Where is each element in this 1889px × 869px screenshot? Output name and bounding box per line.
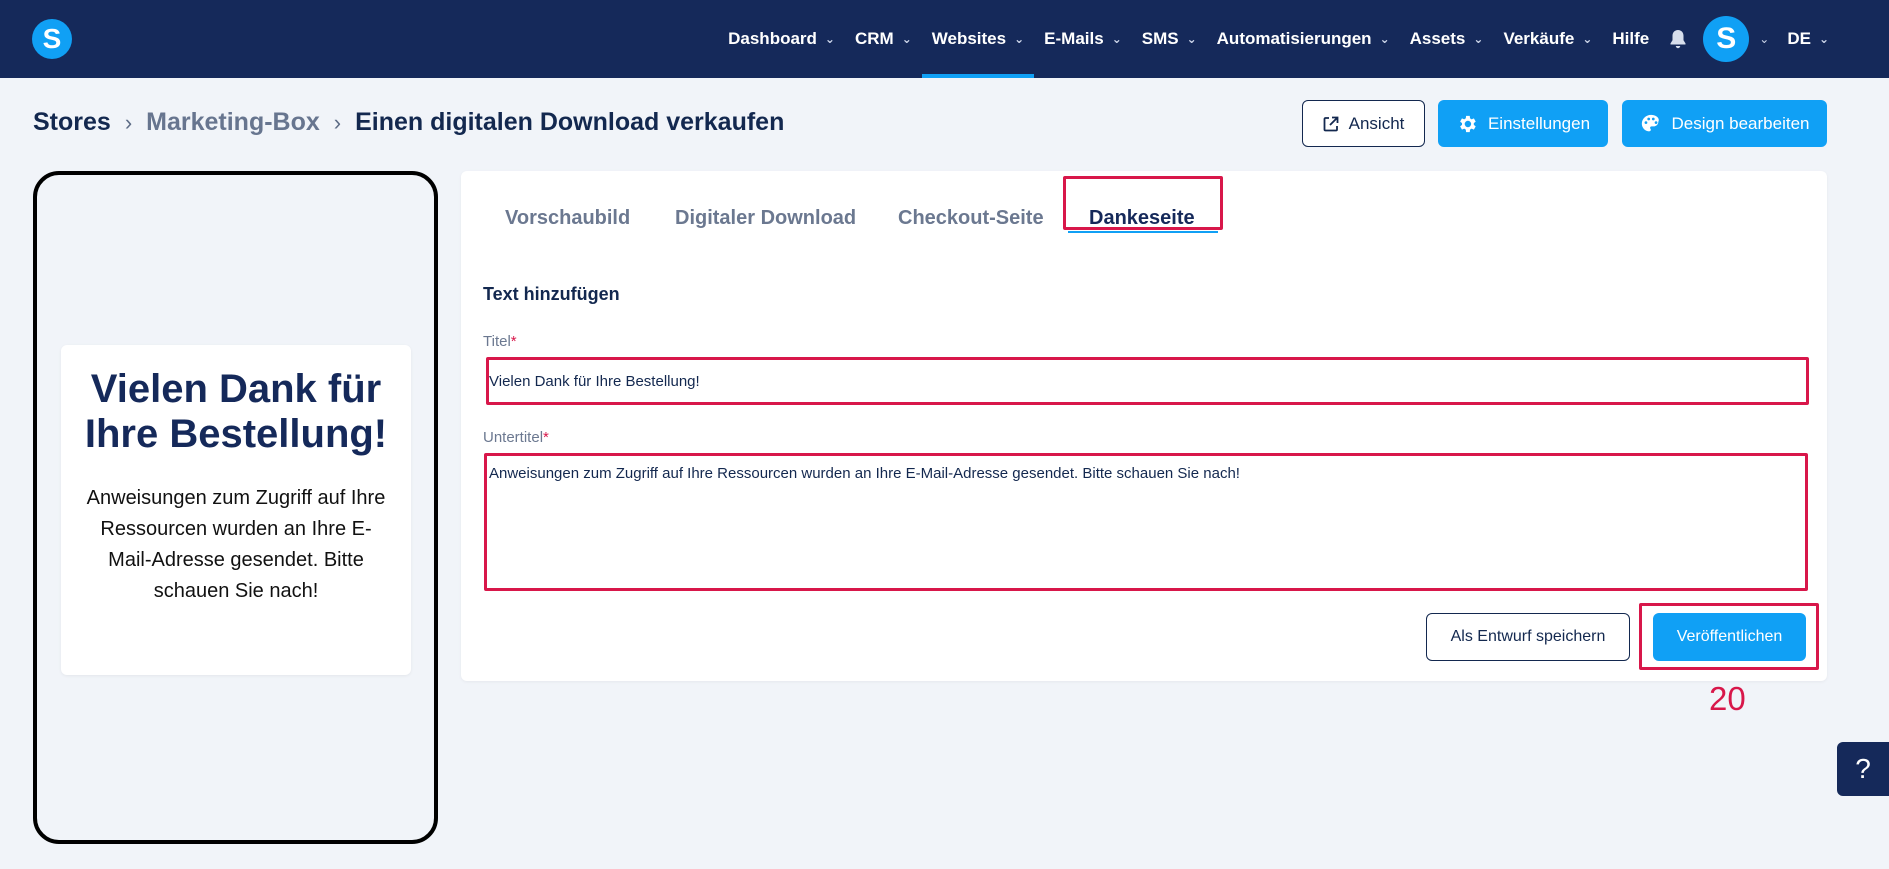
page-title: Einen digitalen Download verkaufen [355, 108, 785, 136]
required-marker: * [510, 333, 517, 350]
nav-dashboard-label: Dashboard [728, 29, 817, 48]
publish-button[interactable]: Veröffentlichen [1653, 613, 1806, 661]
nav-websites[interactable]: Websites ⌄ [921, 0, 1035, 78]
nav-automatisierungen-label: Automatisierungen [1216, 29, 1372, 48]
mobile-preview-frame: Vielen Dank für Ihre Bestellung! Anweisu… [33, 171, 438, 844]
breadcrumb-marketing-box[interactable]: Marketing-Box [146, 108, 320, 137]
nav-assets-label: Assets [1409, 29, 1466, 48]
title-field-label: Titel* [483, 333, 517, 350]
chevron-down-icon: ⌄ [1014, 32, 1025, 46]
edit-design-button[interactable]: Design bearbeiten [1622, 100, 1827, 147]
nav-emails[interactable]: E-Mails ⌄ [1034, 0, 1132, 78]
language-selector[interactable]: DE ⌄ [1787, 0, 1829, 78]
nav-hilfe[interactable]: Hilfe [1602, 0, 1659, 78]
section-title: Text hinzufügen [483, 284, 620, 304]
chevron-down-icon: ⌄ [824, 32, 835, 46]
top-navbar: S Dashboard ⌄ CRM ⌄ Websites ⌄ E-Mails ⌄ SMS… [0, 0, 1889, 78]
chevron-down-icon: ⌄ [1473, 32, 1484, 46]
view-button[interactable]: Ansicht [1302, 100, 1425, 147]
chevron-down-icon: ⌄ [1582, 32, 1593, 46]
chevron-down-icon: ⌄ [1818, 32, 1829, 46]
nav-sms-label: SMS [1141, 29, 1179, 48]
nav-crm-label: CRM [854, 29, 894, 48]
bell-icon[interactable] [1667, 28, 1689, 50]
save-draft-button[interactable]: Als Entwurf speichern [1426, 613, 1630, 661]
chevron-down-icon: ⌄ [1186, 32, 1197, 46]
required-marker: * [543, 429, 549, 446]
nav-automatisierungen[interactable]: Automatisierungen ⌄ [1207, 0, 1400, 78]
chevron-right-icon: › [124, 109, 133, 135]
subtitle-textarea[interactable]: Anweisungen zum Zugriff auf Ihre Ressour… [489, 465, 1805, 575]
chevron-down-icon: ⌄ [1111, 32, 1122, 46]
nav-verkaeufe-label: Verkäufe [1503, 29, 1575, 48]
external-link-icon [1323, 116, 1339, 131]
nav-assets[interactable]: Assets ⌄ [1400, 0, 1494, 78]
avatar[interactable]: S [1703, 16, 1750, 62]
settings-button[interactable]: Einstellungen [1438, 100, 1608, 147]
preview-subtitle: Anweisungen zum Zugriff auf Ihre Ressour… [86, 487, 386, 602]
title-label-text: Titel [483, 333, 511, 350]
view-button-label: Ansicht [1348, 113, 1405, 133]
palette-icon [1641, 114, 1659, 131]
nav-hilfe-label: Hilfe [1612, 29, 1650, 48]
nav-dashboard[interactable]: Dashboard ⌄ [718, 0, 845, 78]
tab-digitaler-download[interactable]: Digitaler Download [675, 193, 856, 243]
language-label: DE [1787, 29, 1811, 48]
tab-checkout-seite[interactable]: Checkout-Seite [898, 193, 1044, 243]
tab-vorschaubild[interactable]: Vorschaubild [505, 193, 630, 243]
nav-crm[interactable]: CRM ⌄ [845, 0, 922, 78]
chevron-down-icon[interactable]: ⌄ [1759, 32, 1769, 46]
chevron-right-icon: › [333, 109, 342, 135]
title-input[interactable] [489, 369, 1805, 393]
breadcrumb: Stores › Marketing-Box › Einen digitalen… [33, 108, 784, 137]
edit-design-button-label: Design bearbeiten [1671, 113, 1810, 133]
editor-card: Vorschaubild Digitaler Download Checkout… [461, 171, 1827, 681]
nav-sms[interactable]: SMS ⌄ [1132, 0, 1207, 78]
help-button[interactable]: ? [1837, 742, 1889, 796]
nav-verkaeufe[interactable]: Verkäufe ⌄ [1493, 0, 1602, 78]
preview-title: Vielen Dank für Ihre Bestellung! [84, 367, 388, 456]
active-tab-indicator [1068, 231, 1218, 233]
nav-emails-label: E-Mails [1044, 29, 1104, 48]
step-number: 20 [1709, 680, 1746, 717]
tab-dankeseite[interactable]: Dankeseite [1089, 193, 1195, 243]
chevron-down-icon: ⌄ [901, 32, 912, 46]
main-nav: Dashboard ⌄ CRM ⌄ Websites ⌄ E-Mails ⌄ SMS ⌄ … [718, 0, 1829, 78]
subtitle-field-label: Untertitel* [483, 429, 549, 446]
settings-button-label: Einstellungen [1487, 113, 1591, 133]
chevron-down-icon: ⌄ [1379, 32, 1390, 46]
subtitle-label-text: Untertitel [483, 429, 544, 446]
nav-websites-label: Websites [931, 29, 1007, 48]
gear-icon [1460, 115, 1476, 132]
thank-you-preview-card: Vielen Dank für Ihre Bestellung! Anweisu… [61, 345, 411, 675]
app-logo[interactable]: S [32, 19, 72, 59]
breadcrumb-stores[interactable]: Stores [33, 108, 111, 137]
